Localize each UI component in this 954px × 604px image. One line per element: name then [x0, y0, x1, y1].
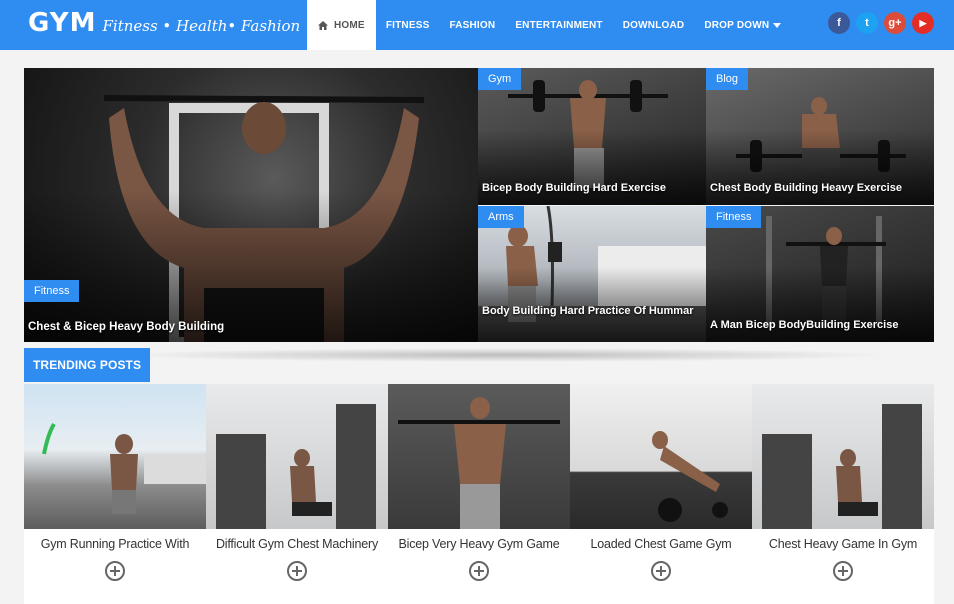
trending-photo [762, 404, 922, 529]
trending-title[interactable]: Chest Heavy Game In Gym [752, 537, 934, 551]
nav-fitness[interactable]: FITNESS [376, 0, 440, 50]
youtube-icon[interactable]: ▶ [912, 12, 934, 34]
trending-image[interactable] [752, 384, 934, 529]
trending-heading: TRENDING POSTS [24, 348, 151, 382]
trending-image[interactable] [206, 384, 388, 529]
nav-fashion[interactable]: FASHION [439, 0, 505, 50]
trending-image[interactable] [570, 384, 752, 529]
trending-item: Difficult Gym Chest Machinery [206, 529, 388, 604]
plus-circle-icon[interactable] [833, 561, 853, 581]
google-plus-icon[interactable]: g+ [884, 12, 906, 34]
category-badge[interactable]: Fitness [24, 280, 80, 302]
featured-main[interactable]: Fitness Chest & Bicep Heavy Body Buildin… [24, 68, 478, 342]
trending-photo [42, 422, 206, 514]
caret-down-icon [773, 22, 782, 28]
nav-dropdown[interactable]: DROP DOWN [694, 0, 791, 50]
section-divider-shadow [114, 348, 894, 362]
featured-tile[interactable]: Fitness A Man Bicep BodyBuilding Exercis… [706, 206, 934, 342]
plus-circle-icon[interactable] [469, 561, 489, 581]
trending-item: Chest Heavy Game In Gym [752, 529, 934, 604]
trending-captions: Gym Running Practice With Difficult Gym … [24, 529, 934, 604]
category-badge[interactable]: Arms [478, 206, 524, 228]
featured-main-title[interactable]: Chest & Bicep Heavy Body Building [28, 320, 470, 334]
nav-fashion-label: FASHION [449, 19, 496, 31]
logo-text: GYM [28, 8, 97, 38]
nav-entertainment-label: ENTERTAINMENT [515, 19, 603, 31]
trending-item: Bicep Very Heavy Gym Game [388, 529, 570, 604]
tile-title[interactable]: Body Building Hard Practice Of Hummar [482, 304, 698, 318]
plus-circle-icon[interactable] [651, 561, 671, 581]
nav-fitness-label: FITNESS [385, 19, 430, 31]
trending-title[interactable]: Difficult Gym Chest Machinery [206, 537, 388, 551]
featured-tile[interactable]: Blog Chest Body Building Heavy Exercise [706, 68, 934, 205]
nav-dropdown-label: DROP DOWN [704, 19, 770, 31]
tile-title[interactable]: Bicep Body Building Hard Exercise [482, 181, 698, 195]
trending-photo [652, 431, 728, 522]
plus-circle-icon[interactable] [287, 561, 307, 581]
tile-title[interactable]: A Man Bicep BodyBuilding Exercise [710, 318, 926, 332]
main-nav: HOME FITNESS FASHION ENTERTAINMENT DOWNL… [307, 0, 791, 50]
trending-item: Gym Running Practice With [24, 529, 206, 604]
trending-title[interactable]: Bicep Very Heavy Gym Game [388, 537, 570, 551]
logo-tagline: Fitness • Health• Fashion [102, 17, 301, 35]
trending-photo [216, 404, 376, 529]
facebook-icon[interactable]: f [828, 12, 850, 34]
trending-title[interactable]: Loaded Chest Game Gym [570, 537, 752, 551]
nav-entertainment[interactable]: ENTERTAINMENT [505, 0, 612, 50]
category-badge[interactable]: Blog [706, 68, 749, 90]
site-logo[interactable]: GYM Fitness • Health• Fashion [28, 8, 300, 42]
twitter-icon[interactable]: t [856, 12, 878, 34]
category-badge[interactable]: Gym [478, 68, 522, 90]
trending-title[interactable]: Gym Running Practice With [24, 537, 206, 551]
nav-home[interactable]: HOME [307, 0, 376, 50]
trending-image[interactable] [388, 384, 570, 529]
tile-title[interactable]: Chest Body Building Heavy Exercise [710, 181, 926, 195]
trending-item: Loaded Chest Game Gym [570, 529, 752, 604]
site-header: GYM Fitness • Health• Fashion HOME FITNE… [0, 0, 954, 50]
trending-image[interactable] [24, 384, 206, 529]
trending-photo [398, 397, 560, 529]
trending-images [24, 384, 934, 529]
nav-download[interactable]: DOWNLOAD [613, 0, 695, 50]
nav-download-label: DOWNLOAD [622, 19, 685, 31]
social-links: f t g+ ▶ [828, 12, 934, 34]
nav-home-label: HOME [334, 19, 365, 31]
home-icon [318, 20, 328, 30]
featured-tile[interactable]: Arms Body Building Hard Practice Of Humm… [478, 206, 706, 342]
category-badge[interactable]: Fitness [706, 206, 762, 228]
plus-circle-icon[interactable] [105, 561, 125, 581]
featured-tile[interactable]: Gym Bicep Body Building Hard Exercise [478, 68, 706, 205]
